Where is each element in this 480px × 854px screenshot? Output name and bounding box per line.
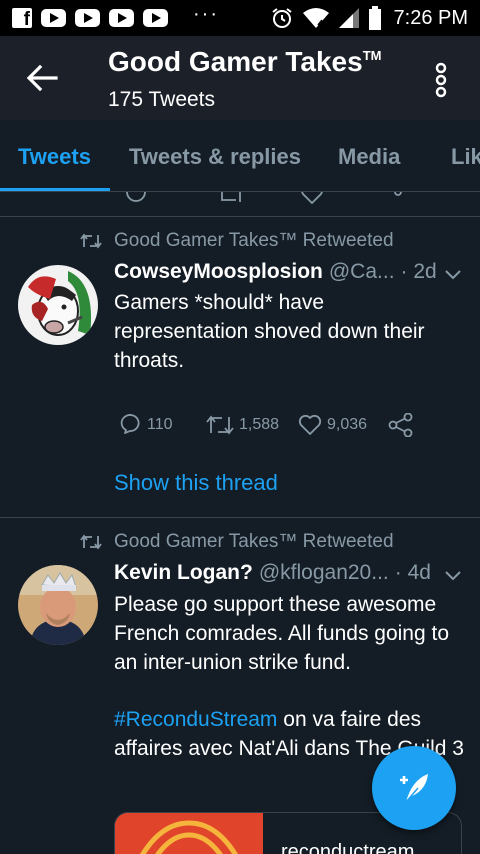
overflow-menu-icon[interactable] [430, 62, 452, 98]
youtube-icon [41, 9, 66, 27]
retweet-icon[interactable] [216, 192, 246, 206]
profile-tabs: Tweets Tweets & replies Media Lik [0, 120, 480, 192]
signal-icon [338, 8, 359, 28]
hashtag-link[interactable]: #ReconduStream [114, 708, 277, 731]
author-handle[interactable]: @Ca... [329, 260, 395, 284]
tweet-time: · 2d [400, 260, 437, 283]
author-name[interactable]: CowseyMoosplosion [114, 260, 323, 284]
wifi-icon [302, 8, 329, 28]
show-thread-link[interactable]: Show this thread [114, 470, 278, 496]
avatar[interactable] [18, 265, 98, 345]
tweet-header: Kevin Logan? @kflogan20... · 4d [114, 561, 431, 585]
tweet-actions: 110 1,588 9,036 [116, 413, 414, 437]
retweet-button[interactable]: 1,588 [206, 414, 298, 436]
tweet-divider [0, 517, 480, 518]
retweet-context: Good Gamer Takes™ Retweeted [80, 531, 394, 553]
reply-icon[interactable] [124, 192, 148, 206]
like-button[interactable]: 9,036 [298, 414, 388, 436]
tweet-text: Gamers *should* have representation shov… [114, 291, 425, 372]
previous-tweet-actions [0, 192, 480, 217]
tweet-time: · 4d [394, 561, 431, 584]
tab-likes[interactable]: Lik [451, 144, 480, 170]
alarm-icon [271, 8, 292, 28]
avatar[interactable] [18, 565, 98, 645]
reply-button[interactable]: 110 [116, 413, 206, 437]
tab-tweets[interactable]: Tweets [18, 144, 91, 170]
share-button[interactable] [388, 413, 414, 437]
retweet-icon [80, 233, 102, 249]
more-notifications-icon: ··· [193, 2, 219, 25]
compose-tweet-button[interactable] [372, 746, 456, 830]
share-icon [388, 413, 413, 437]
profile-header: Good Gamer TakesTM 175 Tweets [0, 36, 480, 120]
youtube-icon [109, 9, 134, 27]
back-arrow-icon[interactable] [26, 64, 58, 92]
retweet-context: Good Gamer Takes™ Retweeted [80, 230, 394, 252]
facebook-icon [12, 8, 32, 31]
chevron-down-icon[interactable] [444, 570, 462, 582]
like-icon[interactable] [300, 192, 324, 206]
retweet-icon [80, 534, 102, 550]
tab-tweets-and-replies[interactable]: Tweets & replies [129, 144, 301, 170]
card-domain: reconductream [281, 841, 415, 854]
heart-icon [298, 414, 322, 435]
card-image [115, 813, 263, 854]
author-name[interactable]: Kevin Logan? [114, 561, 253, 585]
battery-icon [368, 6, 381, 30]
reply-icon [120, 414, 140, 434]
tweet-header: CowseyMoosplosion @Ca... · 2d [114, 260, 437, 284]
youtube-icon [143, 9, 168, 27]
status-bar: ··· 7:26 PM [0, 0, 480, 36]
retweet-icon [206, 415, 234, 435]
clock: 7:26 PM [393, 6, 468, 29]
page-title: Good Gamer TakesTM [108, 46, 382, 77]
tweet-text: Please go support these awesome French c… [114, 593, 450, 674]
tweet-count: 175 Tweets [108, 88, 216, 111]
youtube-icon [75, 9, 100, 27]
author-handle[interactable]: @kflogan20... [259, 561, 389, 585]
share-icon[interactable] [386, 192, 410, 206]
tab-media[interactable]: Media [338, 144, 400, 170]
compose-feather-icon [400, 774, 428, 803]
chevron-down-icon[interactable] [444, 269, 462, 281]
